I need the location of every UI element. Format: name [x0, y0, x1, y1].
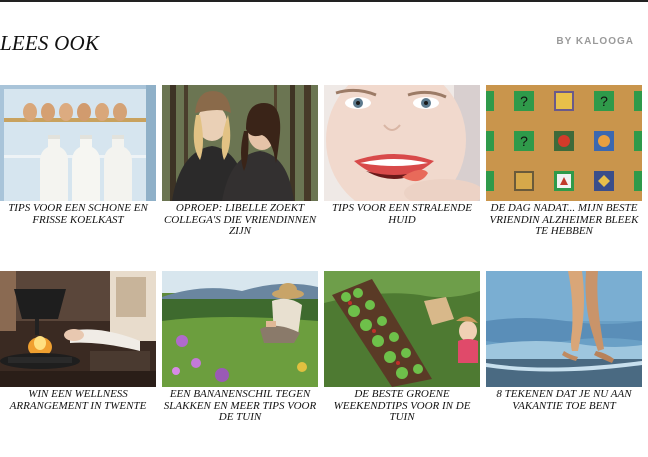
- article-caption[interactable]: WIN EEN WELLNESS ARRANGEMENT IN TWENTE: [0, 388, 156, 412]
- article-caption[interactable]: OPROEP: LIBELLE ZOEKT COLLEGA'S DIE VRIE…: [162, 202, 318, 238]
- article-thumbnail[interactable]: [162, 271, 318, 387]
- article-caption[interactable]: TIPS VOOR EEN SCHONE EN FRISSE KOELKAST: [0, 202, 156, 226]
- section-title: LEES OOK: [0, 31, 100, 55]
- article-card[interactable]: 8 TEKENEN DAT JE NU AAN VAKANTIE TOE BEN…: [486, 271, 642, 412]
- article-thumbnail[interactable]: [162, 85, 318, 201]
- article-thumbnail[interactable]: [0, 85, 156, 201]
- svg-text:?: ?: [520, 133, 528, 149]
- article-thumbnail[interactable]: [486, 271, 642, 387]
- article-card[interactable]: TIPS VOOR EEN SCHONE EN FRISSE KOELKAST: [0, 85, 156, 226]
- kalooga-link[interactable]: BY KALOOGA: [556, 36, 634, 47]
- article-caption[interactable]: EEN BANANENSCHIL TEGEN SLAKKEN EN MEER T…: [162, 388, 318, 424]
- article-card[interactable]: OPROEP: LIBELLE ZOEKT COLLEGA'S DIE VRIE…: [162, 85, 318, 238]
- article-thumbnail[interactable]: [0, 271, 156, 387]
- article-caption[interactable]: DE DAG NADAT... MIJN BESTE VRIENDIN ALZH…: [486, 202, 642, 238]
- article-thumbnail[interactable]: [324, 85, 480, 201]
- article-card[interactable]: ? ? ? DE DAG NADAT... MIJN BESTE VRIENDI…: [486, 85, 642, 238]
- article-card[interactable]: DE BESTE GROENE WEEKENDTIPS VOOR IN DE T…: [324, 271, 480, 424]
- article-caption[interactable]: DE BESTE GROENE WEEKENDTIPS VOOR IN DE T…: [324, 388, 480, 424]
- article-card[interactable]: TIPS VOOR EEN STRALENDE HUID: [324, 85, 480, 226]
- article-caption[interactable]: 8 TEKENEN DAT JE NU AAN VAKANTIE TOE BEN…: [486, 388, 642, 412]
- article-card[interactable]: EEN BANANENSCHIL TEGEN SLAKKEN EN MEER T…: [162, 271, 318, 424]
- top-divider: [0, 0, 648, 2]
- article-thumbnail[interactable]: ? ? ?: [486, 85, 642, 201]
- article-caption[interactable]: TIPS VOOR EEN STRALENDE HUID: [324, 202, 480, 226]
- article-card[interactable]: WIN EEN WELLNESS ARRANGEMENT IN TWENTE: [0, 271, 156, 412]
- svg-text:?: ?: [600, 93, 608, 109]
- article-thumbnail[interactable]: [324, 271, 480, 387]
- svg-text:?: ?: [520, 93, 528, 109]
